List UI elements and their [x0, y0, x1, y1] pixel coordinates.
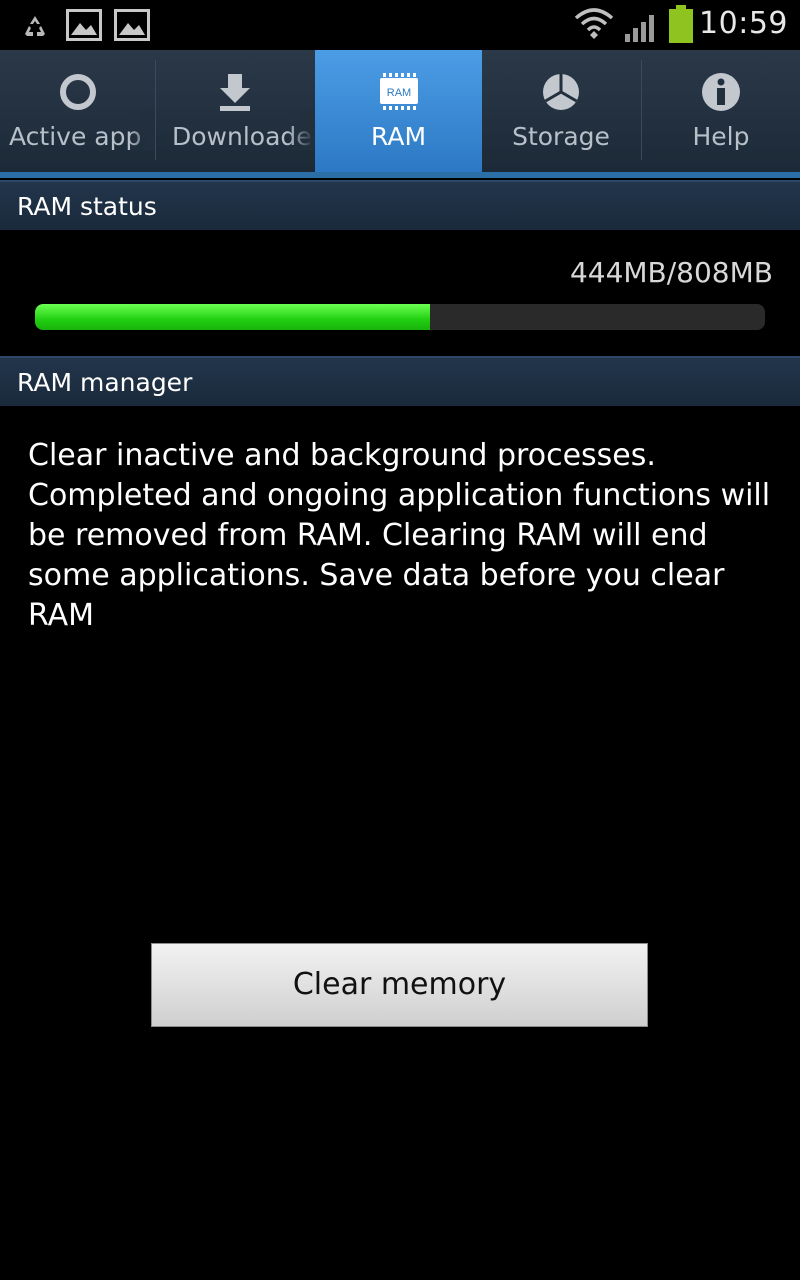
status-bar: 10:59 [0, 0, 800, 50]
ram-status-header: RAM status [0, 180, 800, 230]
tab-label: RAM [370, 122, 427, 151]
tab-label: Help [692, 122, 750, 151]
tab-downloaded[interactable]: Downloaded [156, 50, 314, 172]
ram-manager-description: Clear inactive and background processes.… [28, 438, 771, 633]
circle-ring-icon [59, 74, 96, 110]
recycle-icon [25, 16, 45, 36]
tab-ram[interactable]: RAM RAM [315, 50, 482, 172]
section-title: RAM status [17, 192, 157, 221]
ram-chip-text: RAM [386, 87, 410, 99]
picture-icon [114, 9, 150, 41]
download-arrow-icon [220, 74, 250, 111]
info-icon [702, 73, 740, 111]
pie-chart-icon [543, 74, 579, 110]
tab-bar: Active app Downloaded RAM RAM Storage He… [0, 50, 800, 172]
battery-icon [669, 5, 693, 43]
ram-manager-header: RAM manager [0, 356, 800, 406]
wifi-icon [574, 8, 614, 39]
clock: 10:59 [699, 6, 788, 41]
section-title: RAM manager [17, 368, 193, 397]
tab-active-app[interactable]: Active app [0, 50, 155, 172]
signal-icon [625, 15, 654, 42]
tab-label: Storage [512, 122, 610, 151]
ram-progress-bar [35, 304, 765, 330]
ram-chip-icon: RAM [379, 73, 418, 110]
tab-indicator-line [0, 172, 800, 178]
tab-storage[interactable]: Storage [482, 50, 640, 172]
picture-icon [66, 9, 102, 41]
clear-memory-button[interactable]: Clear memory [151, 943, 648, 1027]
tab-help[interactable]: Help [642, 50, 800, 172]
ram-progress-fill [35, 304, 430, 330]
ram-usage-value: 444MB/808MB [569, 256, 773, 289]
